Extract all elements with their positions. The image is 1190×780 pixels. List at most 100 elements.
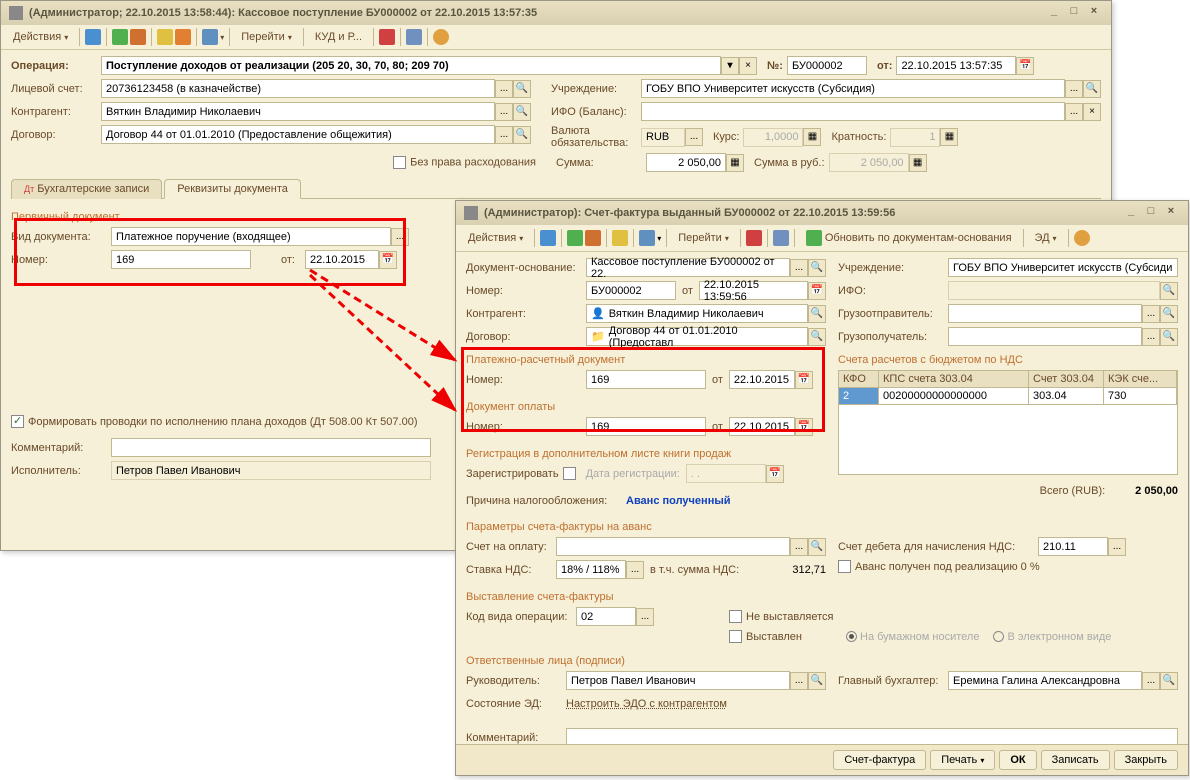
toolbar-icon[interactable] bbox=[612, 230, 628, 246]
toolbar-icon[interactable] bbox=[379, 29, 395, 45]
ifo-field[interactable] bbox=[641, 102, 1065, 121]
calendar-button[interactable]: 📅 bbox=[795, 371, 813, 389]
calendar-button[interactable]: 📅 bbox=[379, 251, 397, 269]
counter-field[interactable]: 👤Вяткин Владимир Николаевич bbox=[586, 304, 808, 323]
search-button[interactable]: 🔍 bbox=[1083, 80, 1101, 98]
select-button[interactable]: ... bbox=[391, 228, 409, 246]
calc-button[interactable]: ▦ bbox=[940, 128, 958, 146]
toolbar-icon[interactable] bbox=[406, 29, 422, 45]
noissue-checkbox[interactable] bbox=[729, 610, 742, 623]
date-field[interactable]: 22.10.2015 13:57:35 bbox=[896, 56, 1016, 75]
search-button[interactable]: 🔍 bbox=[513, 126, 531, 144]
docdate-field[interactable]: 22.10.2015 bbox=[305, 250, 379, 269]
inst-field[interactable]: ГОБУ ВПО Университет искусств (Субсидия) bbox=[641, 79, 1065, 98]
minimize-button[interactable]: _ bbox=[1045, 5, 1063, 21]
head-field[interactable]: Петров Павел Иванович bbox=[566, 671, 790, 690]
select-button[interactable]: ... bbox=[1142, 305, 1160, 323]
pay2num-field[interactable]: 169 bbox=[586, 417, 706, 436]
norights-checkbox[interactable] bbox=[393, 156, 406, 169]
select-button[interactable]: ... bbox=[790, 672, 808, 690]
select-button[interactable]: ... bbox=[790, 259, 808, 277]
actions-menu[interactable]: Действия▾ bbox=[462, 230, 529, 246]
ok-button[interactable]: ОК bbox=[999, 750, 1036, 770]
num-field[interactable]: БУ000002 bbox=[586, 281, 676, 300]
calendar-button[interactable]: 📅 bbox=[766, 465, 784, 483]
reg-checkbox[interactable] bbox=[563, 467, 576, 480]
search-button[interactable]: 🔍 bbox=[1160, 328, 1178, 346]
search-button[interactable]: 🔍 bbox=[808, 328, 826, 346]
operation-field[interactable]: Поступление доходов от реализации (205 2… bbox=[101, 56, 721, 75]
toolbar-icon[interactable] bbox=[639, 230, 655, 246]
select-button[interactable]: ... bbox=[626, 561, 644, 579]
minimize-button[interactable]: _ bbox=[1122, 205, 1140, 221]
table-row[interactable]: 2 00200000000000000 303.04 730 bbox=[838, 388, 1178, 405]
search-button[interactable]: 🔍 bbox=[1160, 282, 1178, 300]
comment-field[interactable] bbox=[111, 438, 431, 457]
post-checkbox[interactable] bbox=[11, 415, 24, 428]
account-field[interactable]: 20736123458 (в казначействе) bbox=[101, 79, 495, 98]
edstate-link[interactable]: Настроить ЭДО с контрагентом bbox=[566, 698, 727, 710]
search-button[interactable]: 🔍 bbox=[513, 80, 531, 98]
actions-menu[interactable]: Действия▾ bbox=[7, 29, 74, 45]
select-button[interactable]: ... bbox=[495, 126, 513, 144]
go-menu[interactable]: Перейти▾ bbox=[235, 29, 298, 45]
toolbar-icon[interactable] bbox=[746, 230, 762, 246]
search-button[interactable]: 🔍 bbox=[513, 103, 531, 121]
select-button[interactable]: ... bbox=[790, 538, 808, 556]
select-button[interactable]: ... bbox=[495, 103, 513, 121]
help-icon[interactable] bbox=[1074, 230, 1090, 246]
select-button[interactable]: ... bbox=[685, 128, 703, 146]
help-icon[interactable] bbox=[433, 29, 449, 45]
calc-button[interactable]: ▦ bbox=[803, 128, 821, 146]
contract-field[interactable]: Договор 44 от 01.01.2010 (Предоставление… bbox=[101, 125, 495, 144]
toolbar-icon[interactable] bbox=[585, 230, 601, 246]
close-button[interactable]: × bbox=[1162, 205, 1180, 221]
close-button[interactable]: Закрыть bbox=[1114, 750, 1178, 770]
electronic-radio[interactable] bbox=[993, 631, 1004, 642]
advance-checkbox[interactable] bbox=[838, 560, 851, 573]
print-button[interactable]: Печать ▾ bbox=[930, 750, 995, 770]
payacc-field[interactable] bbox=[556, 537, 790, 556]
select-button[interactable]: ... bbox=[1108, 538, 1126, 556]
select-button[interactable]: ... bbox=[1065, 103, 1083, 121]
search-button[interactable]: 🔍 bbox=[808, 538, 826, 556]
calendar-button[interactable]: 📅 bbox=[808, 282, 826, 300]
ed-menu[interactable]: ЭД▾ bbox=[1029, 230, 1063, 246]
toolbar-icon[interactable] bbox=[85, 29, 101, 45]
base-field[interactable]: Кассовое поступление БУ000002 от 22. bbox=[586, 258, 790, 277]
vat-field[interactable]: 18% / 118% bbox=[556, 560, 626, 579]
clear-button[interactable]: × bbox=[739, 57, 757, 75]
kudip-button[interactable]: КУД и Р... bbox=[309, 29, 368, 45]
toolbar-icon[interactable] bbox=[567, 230, 583, 246]
select-button[interactable]: ... bbox=[1142, 328, 1160, 346]
tab-accounting[interactable]: Дт Бухгалтерские записи bbox=[11, 179, 162, 199]
maximize-button[interactable]: □ bbox=[1142, 205, 1160, 221]
num-field[interactable]: БУ000002 bbox=[787, 56, 867, 75]
titlebar[interactable]: (Администратор): Счет-фактура выданный Б… bbox=[456, 201, 1188, 225]
calendar-button[interactable]: 📅 bbox=[795, 418, 813, 436]
search-button[interactable]: 🔍 bbox=[1160, 305, 1178, 323]
acc-field[interactable]: Еремина Галина Александровна bbox=[948, 671, 1142, 690]
select-button[interactable]: ... bbox=[1065, 80, 1083, 98]
close-button[interactable]: × bbox=[1085, 5, 1103, 21]
sum-field[interactable]: 2 050,00 bbox=[646, 153, 726, 172]
maximize-button[interactable]: □ bbox=[1065, 5, 1083, 21]
search-button[interactable]: 🔍 bbox=[808, 305, 826, 323]
go-menu[interactable]: Перейти▾ bbox=[672, 230, 735, 246]
date-field[interactable]: 22.10.2015 13:59:56 bbox=[699, 281, 808, 300]
paper-radio[interactable] bbox=[846, 631, 857, 642]
toolbar-icon[interactable] bbox=[175, 29, 191, 45]
search-button[interactable]: 🔍 bbox=[1160, 672, 1178, 690]
paynum-field[interactable]: 169 bbox=[586, 370, 706, 389]
toolbar-icon[interactable] bbox=[202, 29, 218, 45]
dropdown-button[interactable]: ▾ bbox=[721, 57, 739, 75]
search-button[interactable]: 🔍 bbox=[808, 672, 826, 690]
toolbar-icon[interactable] bbox=[773, 230, 789, 246]
consignee-field[interactable] bbox=[948, 327, 1142, 346]
calc-button[interactable]: ▦ bbox=[909, 154, 927, 172]
paydate-field[interactable]: 22.10.2015 bbox=[729, 370, 795, 389]
calc-button[interactable]: ▦ bbox=[726, 154, 744, 172]
toolbar-icon[interactable] bbox=[130, 29, 146, 45]
invoice-button[interactable]: Счет-фактура bbox=[833, 750, 926, 770]
inst-field[interactable]: ГОБУ ВПО Университет искусств (Субсиди bbox=[948, 258, 1178, 277]
